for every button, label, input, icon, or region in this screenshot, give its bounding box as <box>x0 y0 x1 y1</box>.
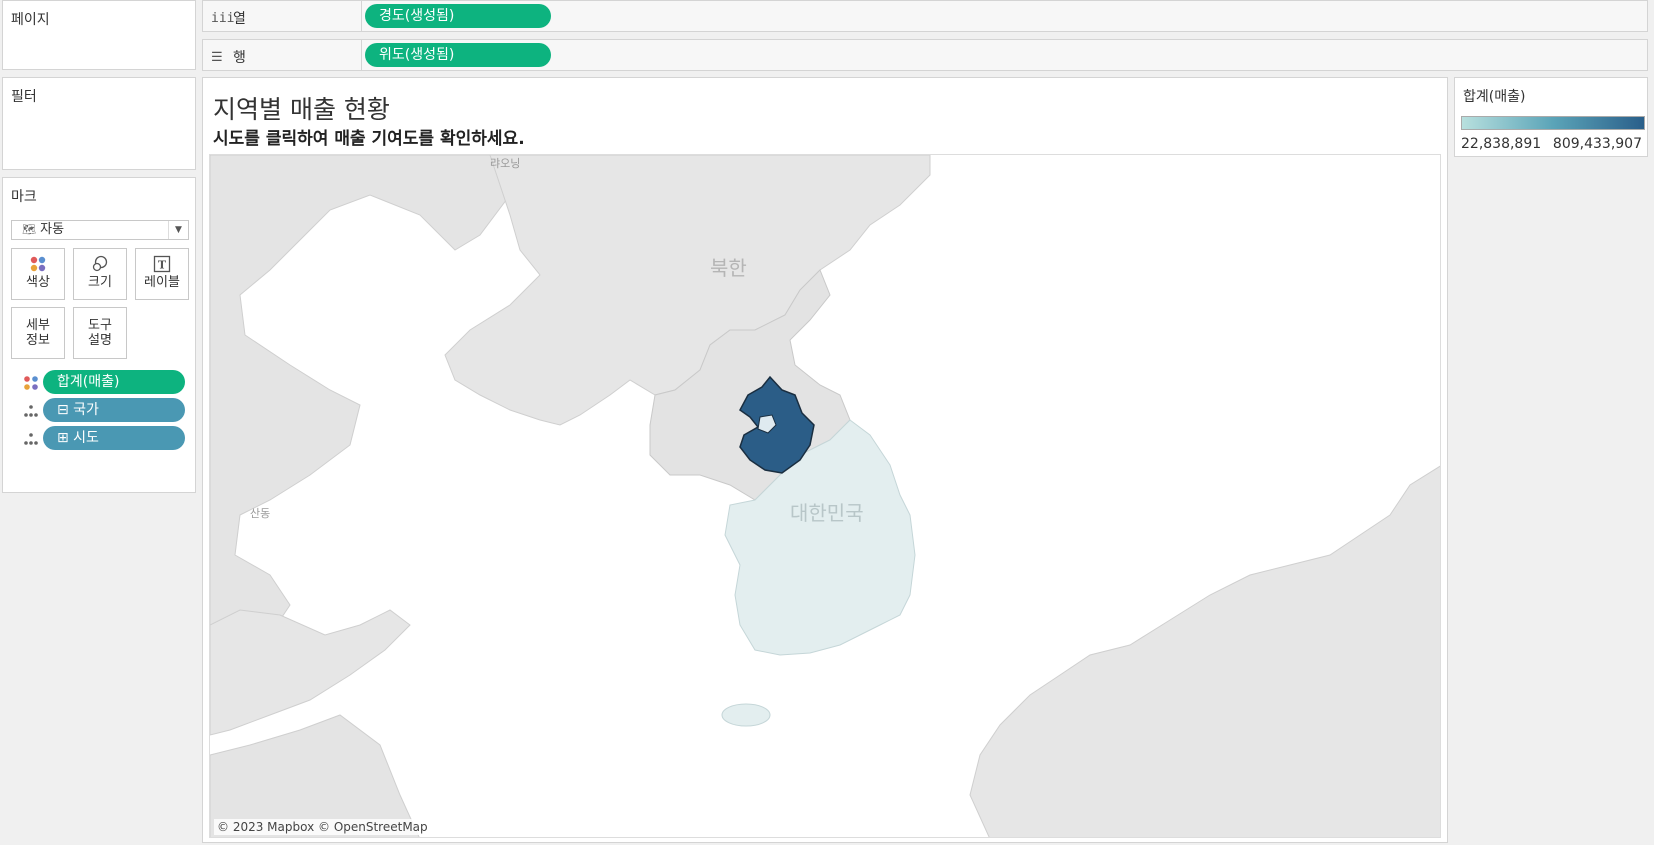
color-dots-icon <box>12 249 64 275</box>
color-legend[interactable]: 합계(매출) 22,838,891 809,433,907 <box>1454 77 1648 157</box>
dashboard-subtitle: 시도를 클릭하여 매출 기여도를 확인하세요. <box>213 129 525 149</box>
tooltip-button-label-1: 도구 <box>88 318 112 333</box>
tooltip-button-label-2: 설명 <box>88 333 112 348</box>
filters-card-title: 필터 <box>11 89 37 105</box>
map-label-shandong: 산동 <box>250 507 270 520</box>
rows-shelf[interactable]: ☰ 행 위도(생성됨) <box>202 39 1648 71</box>
size-circles-icon <box>74 249 126 275</box>
rows-label-text: 행 <box>233 50 246 66</box>
label-button[interactable]: T 레이블 <box>135 248 189 300</box>
detail-dots-icon <box>24 405 38 417</box>
columns-shelf[interactable]: iii 열 경도(생성됨) <box>202 0 1648 32</box>
field-pill-province[interactable]: ⊞ 시도 <box>43 426 185 450</box>
dashboard-area: 지역별 매출 현황 시도를 클릭하여 매출 기여도를 확인하세요. 북한 대한민… <box>202 77 1448 843</box>
land-jeju <box>721 703 771 727</box>
land-shandong <box>210 609 411 736</box>
mark-type-value: 자동 <box>40 222 65 237</box>
land-china <box>210 155 511 666</box>
rows-icon: ☰ <box>211 49 223 65</box>
map-label-north-korea: 북한 <box>710 256 747 280</box>
legend-min-value: 22,838,891 <box>1461 136 1542 152</box>
columns-icon: iii <box>211 10 235 26</box>
detail-dots-icon <box>24 433 38 445</box>
detail-button[interactable]: 세부 정보 <box>11 307 65 359</box>
mark-field-row: 합계(매출) <box>19 370 189 394</box>
text-box-icon: T <box>136 249 188 275</box>
size-button[interactable]: 크기 <box>73 248 127 300</box>
filters-card[interactable]: 필터 <box>2 77 196 170</box>
legend-gradient-bar <box>1461 116 1645 130</box>
color-button[interactable]: 색상 <box>11 248 65 300</box>
dashboard-title: 지역별 매출 현황 <box>213 95 390 124</box>
legend-title: 합계(매출) <box>1463 89 1526 105</box>
map-icon: 🗺 <box>22 223 36 236</box>
field-pill-country[interactable]: ⊟ 국가 <box>43 398 185 422</box>
land-japan <box>969 465 1440 837</box>
columns-label-text: 열 <box>233 11 246 27</box>
columns-shelf-label: iii 열 <box>211 8 246 28</box>
detail-button-label-2: 정보 <box>26 333 50 348</box>
detail-button-label-1: 세부 <box>26 318 50 333</box>
shelf-divider <box>361 40 362 70</box>
marks-card: 마크 🗺 자동 ▼ 색상 크기 T 레이블 세부 정보 도구 설명 합계(매출)… <box>2 177 196 493</box>
chevron-down-icon[interactable]: ▼ <box>168 221 188 239</box>
mark-field-row: ⊞ 시도 <box>19 426 189 450</box>
rows-pill-latitude[interactable]: 위도(생성됨) <box>365 43 551 67</box>
tooltip-button[interactable]: 도구 설명 <box>73 307 127 359</box>
color-dots-icon <box>24 376 38 390</box>
map-label-south-korea: 대한민국 <box>790 501 864 525</box>
color-button-label: 색상 <box>26 275 50 290</box>
svg-text:T: T <box>158 259 167 272</box>
label-button-label: 레이블 <box>144 275 180 290</box>
map-label-top: 랴오닝 <box>490 157 520 170</box>
map-canvas: 북한 대한민국 산동 랴오닝 <box>210 155 1440 837</box>
rows-shelf-label: ☰ 행 <box>211 47 246 67</box>
pages-card[interactable]: 페이지 <box>2 0 196 70</box>
field-pill-sales-sum[interactable]: 합계(매출) <box>43 370 185 394</box>
legend-max-value: 809,433,907 <box>1552 136 1642 152</box>
marks-card-title: 마크 <box>11 189 37 205</box>
mark-field-row: ⊟ 국가 <box>19 398 189 422</box>
map-attribution[interactable]: © 2023 Mapbox © OpenStreetMap <box>214 819 431 835</box>
pages-card-title: 페이지 <box>11 12 50 28</box>
mark-type-dropdown[interactable]: 🗺 자동 ▼ <box>11 220 189 240</box>
size-button-label: 크기 <box>88 275 112 290</box>
shelf-divider <box>361 1 362 31</box>
columns-pill-longitude[interactable]: 경도(생성됨) <box>365 4 551 28</box>
map-view[interactable]: 북한 대한민국 산동 랴오닝 © 2023 Mapbox © OpenStree… <box>209 154 1441 838</box>
